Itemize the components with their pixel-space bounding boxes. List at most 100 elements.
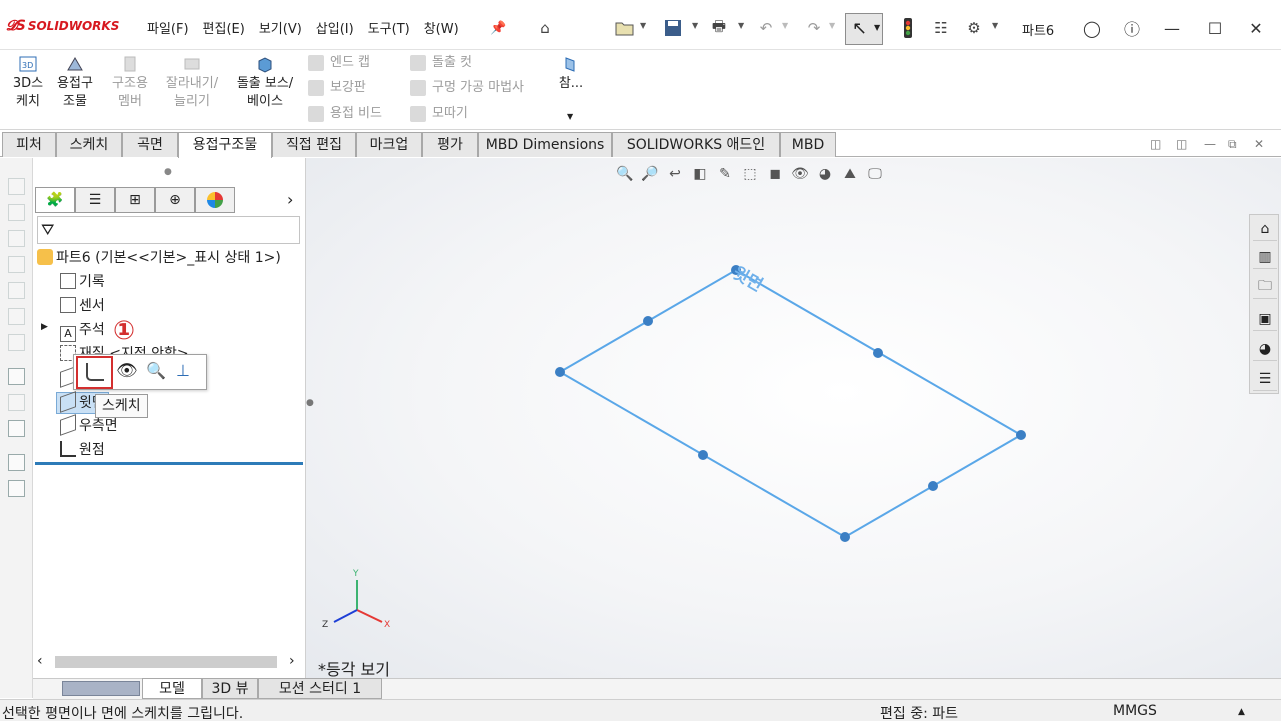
tab-scroll-buttons[interactable] [62,681,140,696]
apply-scene-icon[interactable]: ⛰ [839,164,861,184]
strip-tool-2-icon[interactable] [8,204,25,221]
strip-tool-3-icon[interactable] [8,230,25,247]
menu-view[interactable]: 보기(V) [252,20,309,40]
tab-surfaces[interactable]: 곡면 [122,132,178,157]
doc-restore-right-icon[interactable]: ◫ [1176,137,1187,151]
resources-home-icon[interactable]: ⌂ [1253,217,1277,241]
tab-mbd-dimensions[interactable]: MBD Dimensions [478,132,612,157]
file-explorer-icon[interactable]: 🗀 [1253,275,1277,299]
panel-grip-icon[interactable]: ● [164,167,172,177]
menu-edit[interactable]: 편집(E) [196,20,252,40]
sketch-button-highlight[interactable] [76,356,113,389]
print-dropdown-icon[interactable]: ▼ [738,21,744,30]
menu-insert[interactable]: 삽입(I) [309,20,361,40]
tab-solidworks-addins[interactable]: SOLIDWORKS 애드인 [612,132,780,157]
hole-wizard-button[interactable]: 구멍 가공 마법사 [410,77,524,99]
tab-sketch[interactable]: 스케치 [56,132,122,157]
strip-copy-icon[interactable] [8,454,25,471]
redo-dropdown-icon[interactable]: ▼ [829,21,835,30]
units-dropdown-icon[interactable]: ▲ [1238,707,1245,717]
tab-features[interactable]: 피처 [2,132,56,157]
feature-manager-tree-tab[interactable]: 🧩 [35,187,75,213]
plane-handle-6[interactable] [698,450,708,460]
doc-maximize-icon[interactable]: ⧉ [1228,137,1237,152]
chamfer-button[interactable]: 모따기 [410,103,468,125]
property-manager-tab[interactable]: ☰ [75,187,115,213]
save-icon[interactable] [662,17,684,39]
tree-filter-box[interactable]: ⛛ [37,216,300,244]
configuration-manager-tab[interactable]: ⊞ [115,187,155,213]
tab-model[interactable]: 모델 [142,678,202,699]
tree-item-annotations[interactable]: A 주석 [60,320,105,342]
status-units[interactable]: MMGS [1113,703,1157,719]
end-cap-button[interactable]: 엔드 캡 [308,52,370,74]
undo-dropdown-icon[interactable]: ▼ [782,21,788,30]
scroll-thumb[interactable] [55,656,277,668]
strip-tool-1-icon[interactable] [8,178,25,195]
options-icon[interactable]: ⚙ [963,17,985,39]
close-icon[interactable]: ✕ [1244,16,1268,40]
top-plane-sketch[interactable]: 윗면 [306,158,1281,678]
print-icon[interactable]: 🖶 [708,17,730,39]
custom-properties-icon[interactable]: ☰ [1253,367,1277,391]
menu-file[interactable]: 파일(F) [140,20,196,40]
tab-markup[interactable]: 마크업 [356,132,422,157]
show-hide-icon[interactable]: 👁 [116,361,138,381]
file-properties-icon[interactable]: ☷ [930,17,952,39]
display-manager-tab[interactable] [195,187,235,213]
plane-handle-3[interactable] [1016,430,1026,440]
expand-annotations-icon[interactable]: ▶ [41,322,48,332]
zoom-to-fit-icon[interactable]: 🔍 [614,164,636,184]
design-library-icon[interactable]: ▥ [1253,245,1277,269]
scroll-right-icon[interactable]: › [289,653,295,669]
doc-close-icon[interactable]: ✕ [1254,137,1264,151]
sketch3d-button[interactable]: 3D 3D스 케치 [8,53,48,111]
redo-icon[interactable]: ↷ [803,17,825,39]
tree-item-history[interactable]: 기록 [60,272,105,292]
extruded-cut-button[interactable]: 돌출 컷 [410,52,472,74]
previous-view-icon[interactable]: ↩ [664,164,686,184]
strip-tool-7-icon[interactable] [8,334,25,351]
edit-appearance-icon[interactable]: ◕ [814,164,836,184]
plane-handle-7[interactable] [555,367,565,377]
rollback-bar[interactable] [35,462,303,465]
save-dropdown-icon[interactable]: ▼ [692,21,698,30]
help-icon[interactable]: ⓘ [1120,16,1144,40]
plane-handle-4[interactable] [928,481,938,491]
tree-item-origin[interactable]: 원점 [60,440,105,460]
appearances-icon[interactable]: ◕ [1253,337,1277,361]
tab-direct-editing[interactable]: 직접 편집 [272,132,356,157]
minimize-icon[interactable]: — [1160,16,1184,40]
strip-sketch-icon[interactable] [8,368,25,385]
plane-handle-8[interactable] [643,316,653,326]
gusset-button[interactable]: 보강판 [308,77,366,99]
display-style-icon[interactable]: ◼ [764,164,786,184]
strip-tool-4-icon[interactable] [8,256,25,273]
plane-handle-5[interactable] [840,532,850,542]
zoom-to-area-icon[interactable]: 🔎 [639,164,661,184]
strip-edit-icon[interactable] [8,394,25,411]
tab-motion-study[interactable]: 모션 스터디 1 [258,678,382,699]
strip-paste-icon[interactable] [8,480,25,497]
tree-item-sensors[interactable]: 센서 [60,296,105,316]
doc-restore-left-icon[interactable]: ◫ [1150,137,1161,151]
rebuild-icon[interactable] [897,17,919,39]
normal-to-icon[interactable]: ⊥ [176,361,190,380]
top-plane-outline[interactable] [558,268,1023,539]
feature-tree-scrollbar[interactable]: ‹ › [35,653,303,671]
strip-tool-5-icon[interactable] [8,282,25,299]
tree-item-right-plane[interactable]: 우측면 [60,414,118,436]
view-settings-icon[interactable]: 🖵 [864,164,886,184]
strip-tool-6-icon[interactable] [8,308,25,325]
menu-window[interactable]: 창(W) [417,20,466,40]
structural-member-button[interactable]: 구조용 멤버 [106,53,154,111]
tabs-scroll-right-icon[interactable]: › [287,190,293,209]
menu-tools[interactable]: 도구(T) [361,20,417,40]
weld-bead-button[interactable]: 용접 비드 [308,103,382,125]
doc-minimize-icon[interactable]: — [1204,137,1216,151]
select-button[interactable]: ↖ ▼ [845,13,883,45]
options-dropdown-icon[interactable]: ▼ [992,21,998,30]
home-icon[interactable]: ⌂ [534,17,556,39]
open-dropdown-icon[interactable]: ▼ [640,21,646,30]
scroll-left-icon[interactable]: ‹ [37,653,43,669]
